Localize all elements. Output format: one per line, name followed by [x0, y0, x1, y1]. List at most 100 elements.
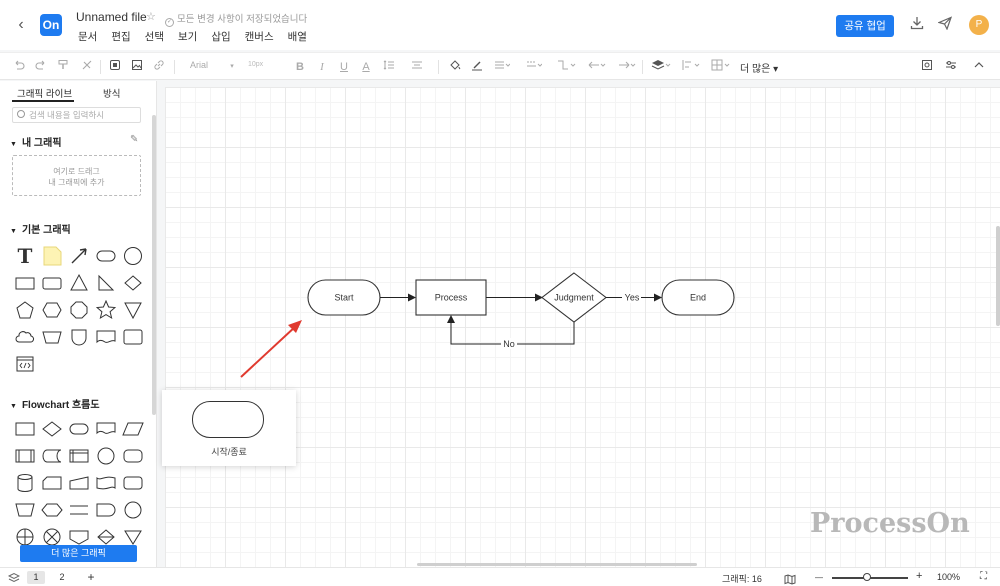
tab-style[interactable]: 방식 [103, 86, 120, 100]
redo-icon[interactable] [34, 59, 48, 75]
shape-manual-operation[interactable] [12, 497, 38, 523]
send-icon[interactable] [936, 16, 954, 34]
line-width-icon[interactable] [524, 59, 544, 75]
page-tab-2[interactable]: 2 [53, 571, 71, 584]
settings-icon[interactable] [944, 59, 958, 75]
back-button[interactable]: ‹ [12, 15, 30, 35]
undo-icon[interactable] [12, 59, 26, 75]
shape-predefined-process[interactable] [12, 443, 38, 469]
shape-inverted-triangle[interactable] [120, 297, 146, 323]
shape-text[interactable]: T [12, 243, 38, 269]
layer-icon[interactable] [650, 59, 672, 75]
collapse-icon[interactable] [972, 59, 986, 75]
canvas-vertical-scrollbar[interactable] [996, 226, 1000, 326]
map-icon[interactable] [784, 572, 796, 586]
shape-stored-data[interactable] [39, 443, 65, 469]
shape-hexagon[interactable] [39, 297, 65, 323]
arrow-start-icon[interactable] [586, 59, 608, 75]
section-basic-graphics[interactable]: ▼ 기본 그래픽 [10, 221, 71, 236]
format-painter-icon[interactable] [56, 59, 70, 75]
pencil-icon[interactable]: ✎ [130, 134, 138, 145]
zoom-out-button[interactable]: — [815, 573, 823, 582]
layers-icon[interactable] [7, 571, 21, 586]
shape-rectangle[interactable] [12, 270, 38, 296]
menu-select[interactable]: 선택 [145, 29, 164, 44]
font-family-select[interactable]: Arial [190, 60, 208, 70]
shape-circle-connector[interactable] [93, 443, 119, 469]
shape-rounded-square[interactable] [120, 324, 146, 350]
shape-delay[interactable] [93, 497, 119, 523]
page-tab-1[interactable]: 1 [27, 571, 45, 584]
align-distribute-icon[interactable] [680, 59, 702, 75]
shape-code-block[interactable] [12, 351, 38, 377]
file-title[interactable]: Unnamed file [76, 10, 147, 24]
shape-pentagon[interactable] [12, 297, 38, 323]
menu-document[interactable]: 문서 [78, 29, 97, 44]
shape-diamond[interactable] [120, 270, 146, 296]
shape-data[interactable] [120, 416, 146, 442]
menu-view[interactable]: 보기 [178, 29, 197, 44]
section-flowchart[interactable]: ▼ Flowchart 흐름도 [10, 396, 100, 411]
tab-graphics-library[interactable]: 그래픽 라이브 [17, 86, 72, 100]
shape-punched-tape[interactable] [93, 470, 119, 496]
shape-database[interactable] [12, 470, 38, 496]
shape-internal-storage[interactable] [66, 443, 92, 469]
shape-triangle[interactable] [66, 270, 92, 296]
shape-document[interactable] [93, 324, 119, 350]
shape-card[interactable] [39, 470, 65, 496]
shape-cloud[interactable] [12, 324, 38, 350]
shape-flow-document[interactable] [93, 416, 119, 442]
image-icon[interactable] [130, 59, 144, 75]
shape-rounded-rectangle[interactable] [39, 270, 65, 296]
menu-arrange[interactable]: 배열 [288, 29, 307, 44]
share-button[interactable]: 공유 협업 [836, 15, 894, 37]
link-icon[interactable] [152, 59, 166, 75]
zoom-slider-handle[interactable] [863, 573, 871, 581]
star-icon[interactable]: ☆ [146, 10, 156, 23]
line-color-icon[interactable] [470, 59, 484, 75]
shape-right-triangle[interactable] [93, 270, 119, 296]
fullscreen-icon[interactable]: ⛶ [980, 571, 987, 582]
drawing-canvas[interactable] [165, 87, 1000, 567]
shape-preparation[interactable] [39, 497, 65, 523]
shape-decision[interactable] [39, 416, 65, 442]
grid-icon[interactable] [710, 59, 732, 75]
align-icon[interactable] [410, 59, 424, 75]
shape-manual-loop[interactable] [120, 470, 146, 496]
shape-rounded-rect[interactable] [93, 243, 119, 269]
add-page-button[interactable]: + [84, 571, 98, 584]
shape-terminator[interactable] [66, 416, 92, 442]
download-icon[interactable] [908, 16, 926, 34]
line-style-icon[interactable] [492, 59, 512, 75]
zoom-in-button[interactable]: + [916, 570, 922, 582]
more-button[interactable]: 더 많은 ▾ [740, 60, 778, 75]
shape-off-page-circle[interactable] [120, 497, 146, 523]
underline-icon[interactable]: U [338, 59, 350, 75]
shape-process[interactable] [12, 416, 38, 442]
shape-shield[interactable] [66, 324, 92, 350]
shape-arrow-line[interactable] [66, 243, 92, 269]
menu-canvas[interactable]: 캔버스 [245, 29, 274, 44]
clear-format-icon[interactable] [80, 59, 94, 75]
shape-display[interactable] [120, 443, 146, 469]
shape-search-input[interactable]: 검색 내용을 입력하시 [12, 107, 141, 123]
font-color-icon[interactable]: A [360, 59, 372, 75]
select-icon[interactable] [108, 59, 122, 75]
canvas-horizontal-scrollbar[interactable] [417, 563, 697, 566]
bold-icon[interactable]: B [294, 59, 306, 75]
shape-parallel-mode[interactable] [66, 497, 92, 523]
more-shapes-button[interactable]: 더 많은 그래픽 [20, 545, 137, 562]
section-my-graphics[interactable]: ▼ 내 그래픽 [10, 134, 62, 149]
font-size-select[interactable]: 10px [248, 61, 263, 68]
my-graphics-drop-zone[interactable]: 여기로 드래그 내 그래픽에 추가 [12, 155, 141, 196]
menu-insert[interactable]: 삽입 [211, 29, 230, 44]
connector-icon[interactable] [554, 59, 578, 75]
shape-trapezoid-curve[interactable] [39, 324, 65, 350]
line-spacing-icon[interactable] [382, 59, 396, 75]
avatar[interactable]: P [969, 15, 989, 35]
shape-manual-input[interactable] [66, 470, 92, 496]
shape-circle[interactable] [120, 243, 146, 269]
shape-note[interactable] [39, 243, 65, 269]
arrow-end-icon[interactable] [616, 59, 638, 75]
shape-star[interactable] [93, 297, 119, 323]
